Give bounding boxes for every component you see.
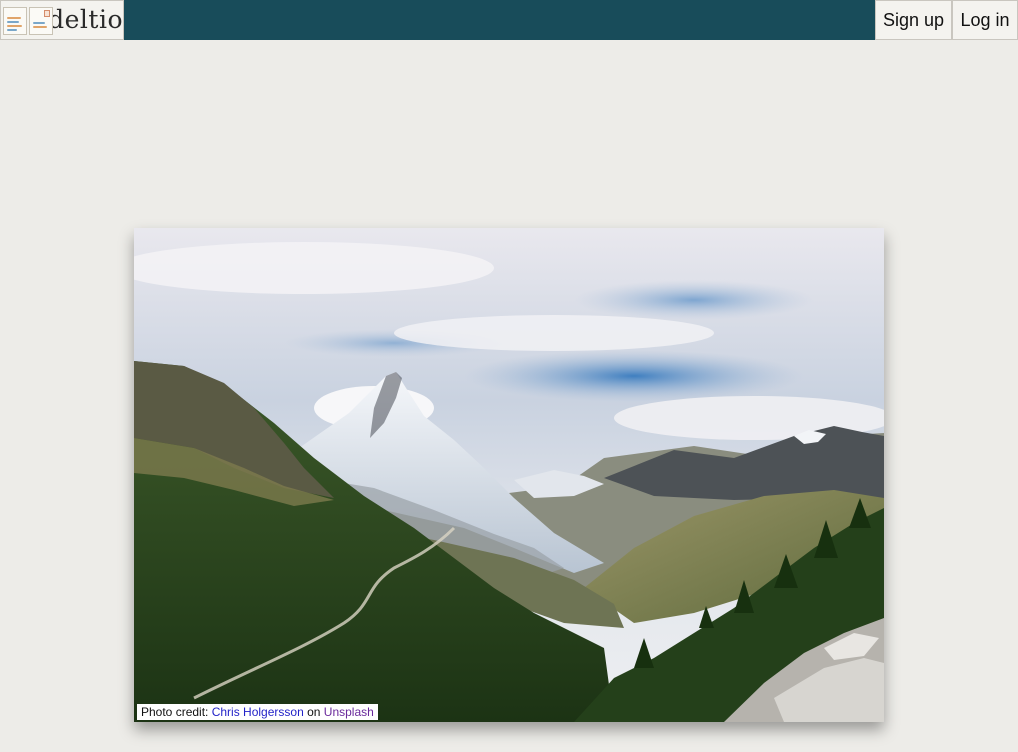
log-in-button[interactable]: Log in	[952, 0, 1018, 40]
sign-up-button[interactable]: Sign up	[875, 0, 952, 40]
mountain-landscape-image: Photo credit: Chris Holgersson on Unspla…	[134, 228, 884, 722]
photo-credit: Photo credit: Chris Holgersson on Unspla…	[137, 704, 378, 720]
top-navigation-bar: deltio Sign up Log in	[0, 0, 1018, 40]
credit-prefix: Photo credit:	[141, 705, 212, 719]
credit-site-link[interactable]: Unsplash	[324, 705, 374, 719]
brand-name: deltio	[48, 5, 123, 34]
postcard-icon	[3, 4, 53, 36]
brand-logo-link[interactable]: deltio	[0, 0, 124, 40]
credit-on-text: on	[303, 705, 324, 719]
credit-author-link[interactable]: Chris Holgersson	[212, 705, 304, 719]
